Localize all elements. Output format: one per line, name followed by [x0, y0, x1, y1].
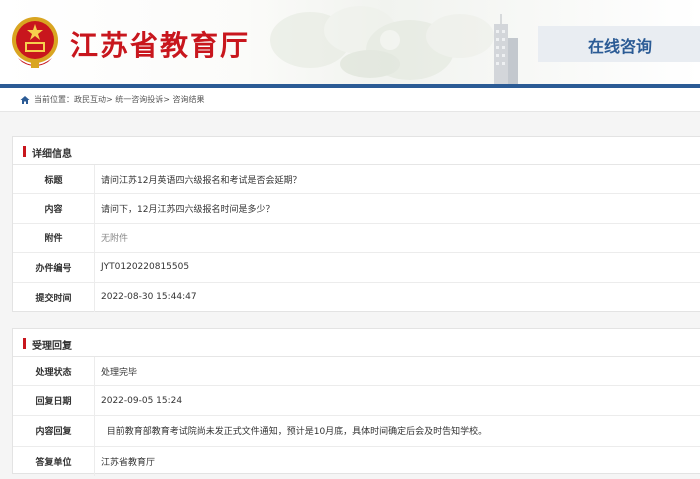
section-marker [23, 146, 26, 157]
row-label: 处理状态 [13, 357, 95, 386]
online-consult-tab[interactable]: 在线咨询 [538, 26, 700, 62]
details-header: 详细信息 [13, 137, 700, 165]
reply-header: 受理回复 [13, 329, 700, 357]
detail-row-case-number: 办件编号 JYT0120220815505 [13, 253, 700, 283]
detail-row-title: 标题 请问江苏12月英语四六级报名和考试是否会延期？ [13, 165, 700, 195]
row-value: 处理完毕 [101, 367, 138, 378]
online-consult-label: 在线咨询 [588, 37, 653, 56]
row-value: 无附件 [101, 234, 129, 245]
row-label: 提交时间 [13, 282, 95, 312]
row-value: 2022-09-05 15:24 [101, 395, 183, 406]
detail-row-content: 内容 请问下，12月江苏四六级报名时间是多少？ [13, 194, 700, 224]
site-header: 江苏省教育厅 在线咨询 [0, 0, 700, 88]
row-label: 内容回复 [13, 415, 95, 446]
reply-row-content: 内容回复 目前教育部教育考试院尚未发正式文件通知，预计是10月底，具体时间确定后… [13, 415, 700, 447]
row-label: 标题 [13, 165, 95, 194]
building-decoration [494, 14, 518, 84]
row-value: 请问下，12月江苏四六级报名时间是多少？ [101, 205, 275, 216]
detail-row-attachment: 附件 无附件 [13, 223, 700, 254]
section-marker [23, 338, 26, 349]
row-value: JYT0120220815505 [101, 262, 190, 273]
row-value: 江苏省教育厅 [101, 457, 156, 468]
row-label: 内容 [13, 194, 95, 223]
reply-row-date: 回复日期 2022-09-05 15:24 [13, 386, 700, 416]
row-label: 回复日期 [13, 386, 95, 415]
details-card: 详细信息 标题 请问江苏12月英语四六级报名和考试是否会延期？ 内容 请问下，1… [12, 136, 700, 312]
row-value: 2022-08-30 15:44:47 [101, 292, 197, 303]
row-label: 附件 [13, 223, 95, 253]
reply-row-status: 处理状态 处理完毕 [13, 357, 700, 387]
row-label: 办件编号 [13, 253, 95, 282]
row-value: 目前教育部教育考试院尚未发正式文件通知，预计是10月底，具体时间确定后会及时告知… [101, 427, 488, 438]
row-value: 请问江苏12月英语四六级报名和考试是否会延期？ [101, 175, 302, 186]
reply-title: 受理回复 [32, 341, 72, 352]
national-emblem-icon [12, 17, 58, 68]
breadcrumb: 当前位置：政民互动> 统一咨询投诉> 咨询结果 [34, 95, 205, 104]
breadcrumb-bar: 当前位置：政民互动> 统一咨询投诉> 咨询结果 [0, 88, 700, 112]
home-icon [20, 96, 30, 104]
detail-row-submit-time: 提交时间 2022-08-30 15:44:47 [13, 282, 700, 312]
reply-card: 受理回复 处理状态 处理完毕 回复日期 2022-09-05 15:24 内容回… [12, 328, 700, 477]
row-label: 答复单位 [13, 446, 95, 477]
site-title: 江苏省教育厅 [70, 29, 251, 62]
details-title: 详细信息 [32, 149, 72, 160]
reply-row-unit: 答复单位 江苏省教育厅 [13, 446, 700, 477]
